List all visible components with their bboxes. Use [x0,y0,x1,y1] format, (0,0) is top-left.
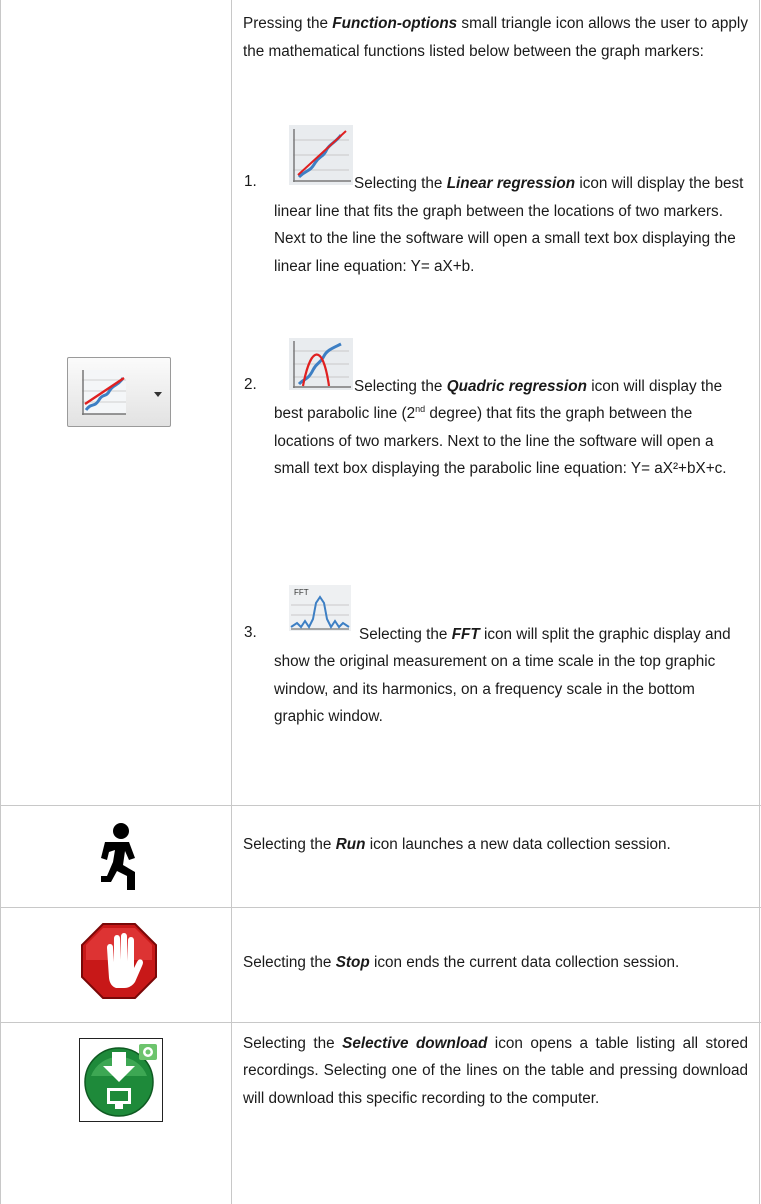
function-options-intro: Pressing the Function-options small tria… [243,15,748,60]
row-divider-2 [0,907,761,908]
table-column-divider [231,0,232,1204]
function-options-term: Function-options [332,15,458,32]
table-border-left [0,0,1,1204]
fft-icon-label: FFT [294,588,309,597]
selective-download-icon[interactable] [79,1038,163,1122]
stop-hand-icon[interactable] [80,922,158,1000]
list-item-fft: FFT 3. Selecting the FFT icon will split… [244,585,744,785]
run-description: Selecting the Run icon launches a new da… [243,836,671,853]
function-options-button[interactable] [67,357,171,427]
list-item-linear-regression: 1. Selecting the Linear regression icon … [244,125,744,275]
quadric-regression-description: Selecting the Quadric regression icon wi… [274,378,727,477]
run-icon[interactable] [95,822,147,894]
table-border-right [759,0,760,1204]
row-divider-3 [0,1022,761,1023]
fft-description: Selecting the FFT icon will split the gr… [274,626,731,725]
function-options-chart-icon [82,370,162,415]
selective-download-description: Selecting the Selective download icon op… [243,1035,748,1107]
row-divider-1 [0,805,761,806]
stop-description: Selecting the Stop icon ends the current… [243,954,680,971]
linear-regression-description: Selecting the Linear regression icon wil… [274,175,744,275]
list-item-quadric-regression: 2. Selecting the Quadric regression icon… [244,338,744,518]
